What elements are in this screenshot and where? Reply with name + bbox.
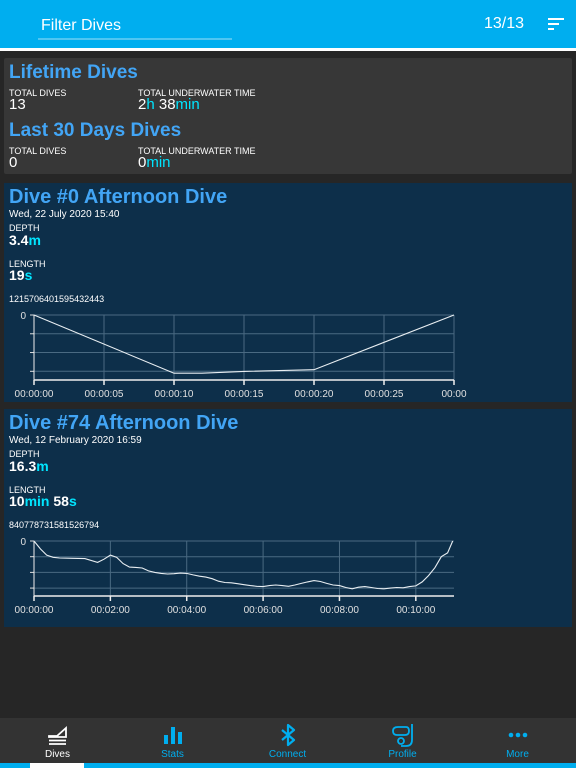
nav-label: Stats (161, 749, 184, 760)
snorkel-mask-icon (391, 724, 413, 747)
depth-chart: 00:00:00 00:00:05 00:00:10 00:00:15 00:00:20… (15, 311, 467, 397)
x-tick-label: 00:00:00 (15, 605, 54, 616)
y-tick-label: 0 (20, 537, 26, 548)
bluetooth-icon (280, 723, 295, 747)
last30-total-dives-label: TOTAL DIVES (9, 146, 67, 156)
bottom-nav: Dives Stats Connect Profile More (0, 718, 576, 764)
depth-value: 16.3m (9, 458, 49, 474)
length-unit: s (24, 267, 33, 283)
nav-active-indicator (30, 763, 84, 768)
depth-unit: m (28, 232, 41, 248)
nav-indicator-track (0, 763, 576, 768)
depth-series-line (33, 540, 454, 590)
x-tick-label: 00:02:00 (91, 605, 130, 616)
dive-id: 1215706401595432443 (9, 294, 105, 304)
stats-panel: Lifetime Dives TOTAL DIVES 13 TOTAL UNDE… (4, 58, 572, 174)
x-tick-label: 00:00:10 (155, 389, 194, 397)
dive-id: 840778731581526794 (9, 520, 100, 530)
x-tick-label: 00:00:25 (365, 389, 404, 397)
x-tick-label: 00:10:00 (396, 605, 435, 616)
last30-title: Last 30 Days Dives (9, 120, 182, 141)
dive-count: 13/13 (484, 15, 525, 32)
length-value: 19s (9, 267, 32, 283)
nav-label: Connect (268, 749, 307, 760)
length-number: 10 (9, 493, 25, 509)
depth-chart: 00:00:00 00:02:00 00:04:00 00:06:00 00:08:00… (15, 537, 454, 616)
sort-icon[interactable] (548, 18, 564, 31)
dive-date: Wed, 22 July 2020 15:40 (9, 209, 120, 220)
nav-item-stats[interactable]: Stats (115, 718, 230, 764)
dive-card[interactable]: Dive #74 Afternoon Dive Wed, 12 February… (4, 409, 572, 627)
lifetime-title: Lifetime Dives (9, 62, 138, 83)
dive-title: Dive #0 Afternoon Dive (9, 186, 228, 208)
x-tick-label: 00:00 (441, 389, 466, 397)
x-tick-label: 00:00:15 (225, 389, 264, 397)
x-tick-label: 00:00:00 (15, 389, 54, 397)
x-tick-label: 00:04:00 (167, 605, 206, 616)
nav-label: Profile (388, 749, 417, 760)
more-dots-icon (508, 732, 527, 738)
header-divider (0, 48, 576, 51)
depth-value: 3.4m (9, 232, 41, 248)
app-header: Filter Dives 13/13 (0, 0, 576, 48)
length-number: 58 (49, 493, 69, 509)
depth-number: 16.3 (9, 458, 37, 474)
length-value: 10min 58s (9, 493, 77, 509)
x-tick-label: 00:08:00 (320, 605, 359, 616)
minutes-unit: min (175, 96, 200, 113)
nav-item-connect[interactable]: Connect (230, 718, 345, 764)
last30-total-dives: 0 (9, 154, 18, 171)
depth-number: 3.4 (9, 232, 29, 248)
hours-unit: h (146, 96, 155, 113)
length-unit: s (68, 493, 77, 509)
minutes-unit: min (146, 154, 171, 171)
stats-icon (163, 727, 182, 744)
filter-dives-input[interactable]: Filter Dives (38, 14, 232, 40)
dive-card[interactable]: Dive #0 Afternoon Dive Wed, 22 July 2020… (4, 183, 572, 402)
minutes-value: 38 (154, 96, 176, 113)
dive-title: Dive #74 Afternoon Dive (9, 412, 239, 434)
lifetime-underwater-time: 2h 38min (138, 96, 200, 113)
dive-date: Wed, 12 February 2020 16:59 (9, 435, 142, 446)
nav-label: Dives (44, 749, 70, 760)
x-tick-label: 00:06:00 (244, 605, 283, 616)
nav-item-dives[interactable]: Dives (0, 718, 115, 764)
depth-unit: m (36, 458, 49, 474)
dives-icon (47, 725, 67, 745)
lifetime-total-dives: 13 (9, 96, 26, 113)
length-number: 19 (9, 267, 25, 283)
last30-underwater-time: 0min (138, 154, 171, 171)
x-tick-label: 00:00:05 (85, 389, 124, 397)
length-unit: min (24, 493, 50, 509)
nav-label: More (506, 749, 529, 760)
nav-item-more[interactable]: More (460, 718, 575, 764)
nav-item-profile[interactable]: Profile (345, 718, 460, 764)
x-tick-label: 00:00:20 (295, 389, 334, 397)
y-tick-label: 0 (20, 311, 26, 322)
